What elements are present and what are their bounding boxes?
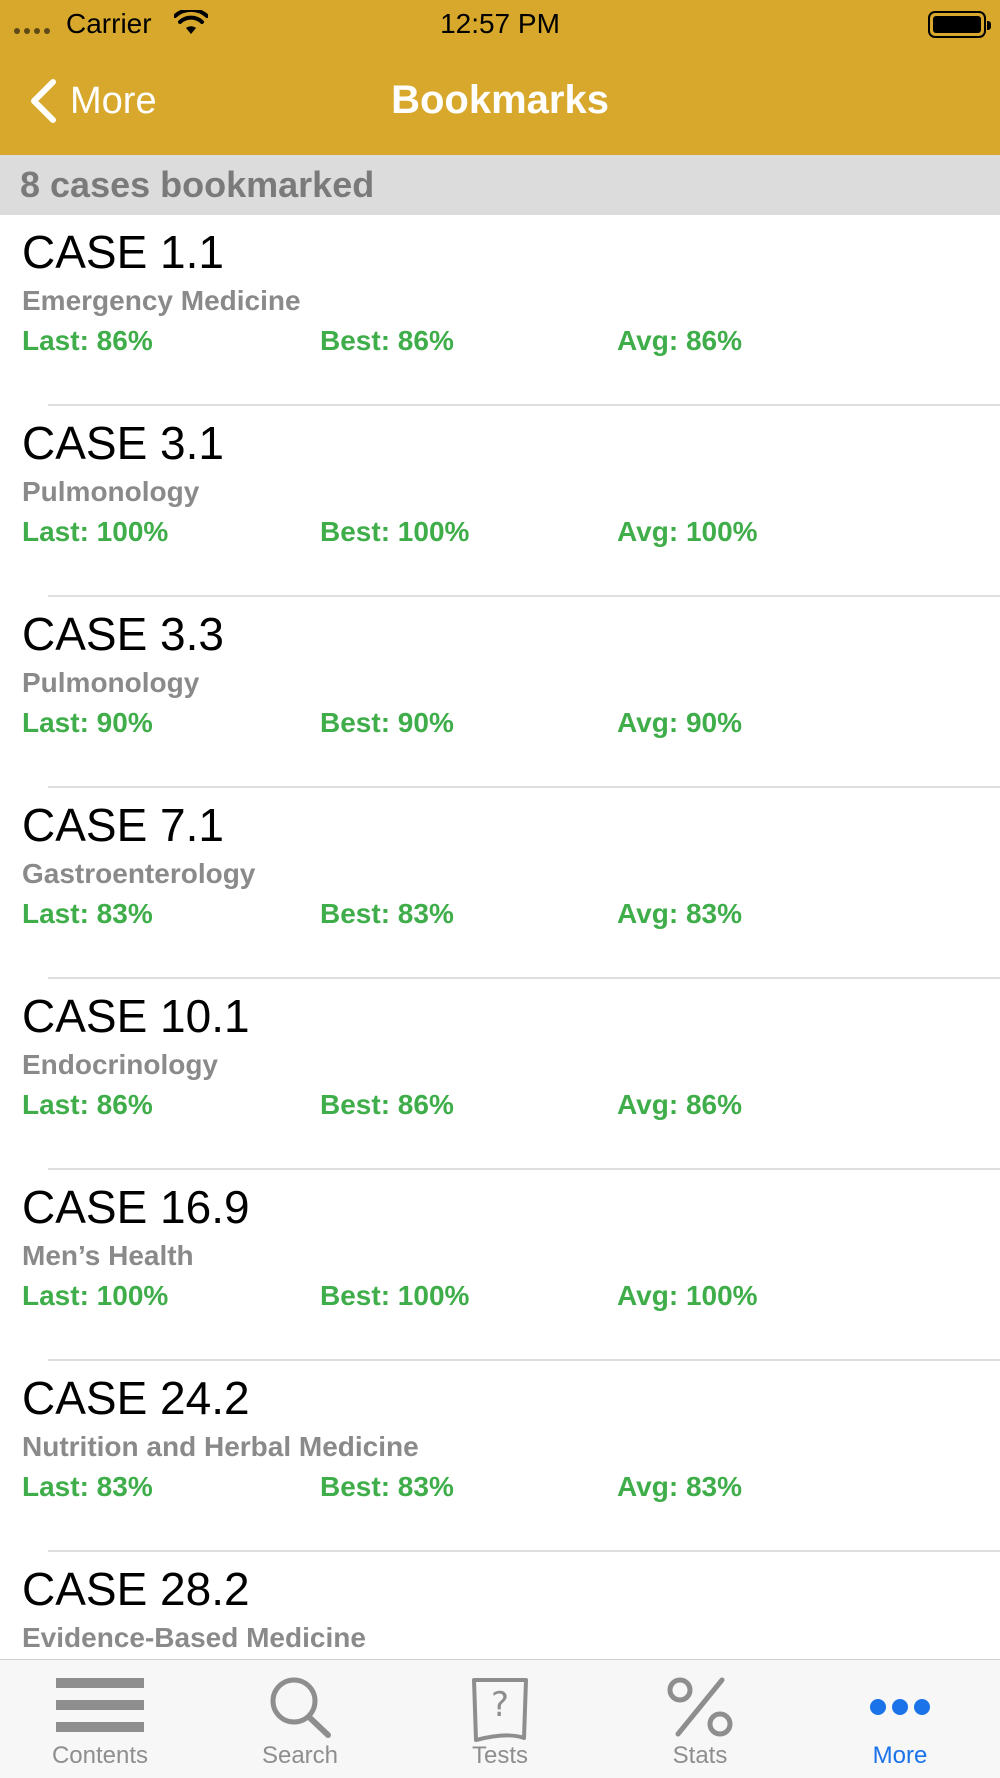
avg-score: Avg: 86% [617, 1089, 743, 1120]
svg-text:?: ? [491, 1685, 509, 1725]
tab-tests[interactable]: ? Tests [400, 1660, 600, 1778]
case-title: CASE 10.1 [22, 990, 250, 1042]
bookmarks-screen: Carrier 12:57 PM More Bookmarks 8 cases … [0, 0, 1000, 1778]
tab-contents[interactable]: Contents [0, 1660, 200, 1778]
avg-score: Avg: 90% [617, 707, 743, 738]
bookmarks-list: CASE 1.1 Emergency Medicine Last: 86% Be… [0, 215, 1000, 1659]
best-score: Best: 86% [320, 1089, 454, 1120]
case-title: CASE 7.1 [22, 799, 224, 851]
case-category: Emergency Medicine [22, 285, 301, 316]
case-title: CASE 3.1 [22, 417, 224, 469]
navigation-bar: More Bookmarks [0, 48, 1000, 155]
best-score: Best: 100% [320, 516, 470, 547]
tab-stats[interactable]: Stats [600, 1660, 800, 1778]
tab-label: More [872, 1742, 928, 1769]
best-score: Best: 83% [320, 1471, 454, 1502]
last-score: Last: 86% [22, 325, 153, 356]
search-icon [270, 1677, 331, 1738]
tab-label: Search [261, 1742, 339, 1769]
case-category: Gastroenterology [22, 858, 256, 889]
bookmark-count-header: 8 cases bookmarked [0, 155, 1000, 215]
question-page-icon: ? [472, 1678, 528, 1742]
last-score: Last: 83% [22, 1471, 153, 1502]
case-category: Pulmonology [22, 476, 200, 507]
case-title: CASE 16.9 [22, 1181, 250, 1233]
bookmark-row[interactable]: CASE 7.1 Gastroenterology Last: 83% Best… [0, 788, 1000, 979]
tab-label: Stats [672, 1742, 728, 1769]
avg-score: Avg: 100% [617, 516, 758, 547]
last-score: Last: 100% [22, 1280, 169, 1311]
best-score: Best: 83% [320, 898, 454, 929]
tab-search[interactable]: Search [200, 1660, 400, 1778]
case-title: CASE 24.2 [22, 1372, 250, 1424]
case-title: CASE 3.3 [22, 608, 224, 660]
battery-icon [928, 11, 991, 38]
avg-score: Avg: 100% [617, 1280, 758, 1311]
avg-score: Avg: 83% [617, 1471, 743, 1502]
case-category: Pulmonology [22, 667, 200, 698]
tab-bar: Contents Search ? Tests Stats More [0, 1659, 1000, 1778]
more-dots-icon [870, 1699, 930, 1715]
page-title: Bookmarks [391, 78, 609, 122]
last-score: Last: 86% [22, 1089, 153, 1120]
bookmark-row[interactable]: CASE 3.1 Pulmonology Last: 100% Best: 10… [0, 406, 1000, 597]
percent-icon [667, 1677, 733, 1737]
bookmark-row[interactable]: CASE 10.1 Endocrinology Last: 86% Best: … [0, 979, 1000, 1170]
bookmark-row[interactable]: CASE 28.2 Evidence-Based Medicine [0, 1552, 1000, 1659]
header-bar: Carrier 12:57 PM More Bookmarks [0, 0, 1000, 155]
best-score: Best: 90% [320, 707, 454, 738]
bookmark-row[interactable]: CASE 24.2 Nutrition and Herbal Medicine … [0, 1361, 1000, 1552]
case-title: CASE 28.2 [22, 1563, 250, 1615]
avg-score: Avg: 86% [617, 325, 743, 356]
bookmark-row[interactable]: CASE 1.1 Emergency Medicine Last: 86% Be… [0, 215, 1000, 406]
avg-score: Avg: 83% [617, 898, 743, 929]
case-title: CASE 1.1 [22, 226, 224, 278]
status-bar: Carrier 12:57 PM [0, 0, 1000, 48]
case-category: Evidence-Based Medicine [22, 1622, 366, 1653]
bookmark-row[interactable]: CASE 16.9 Men’s Health Last: 100% Best: … [0, 1170, 1000, 1361]
case-category: Endocrinology [22, 1049, 218, 1080]
tab-label: Contents [51, 1742, 149, 1769]
last-score: Last: 100% [22, 516, 169, 547]
list-icon [56, 1678, 144, 1732]
last-score: Last: 83% [22, 898, 153, 929]
tab-label: Tests [471, 1742, 528, 1769]
clock: 12:57 PM [440, 8, 560, 39]
case-category: Nutrition and Herbal Medicine [22, 1431, 419, 1462]
best-score: Best: 100% [320, 1280, 470, 1311]
bookmark-row[interactable]: CASE 3.3 Pulmonology Last: 90% Best: 90%… [0, 597, 1000, 788]
case-category: Men’s Health [22, 1240, 194, 1271]
best-score: Best: 86% [320, 325, 454, 356]
last-score: Last: 90% [22, 707, 153, 738]
tab-more[interactable]: More [800, 1660, 1000, 1778]
